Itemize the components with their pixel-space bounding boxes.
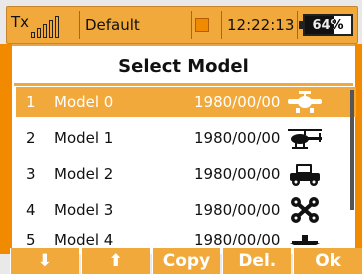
boat-icon — [286, 231, 324, 245]
model-name: Model 3 — [54, 201, 114, 219]
model-number: 2 — [26, 129, 36, 147]
airplane-icon — [286, 87, 324, 117]
tx-label: Tx — [11, 13, 30, 31]
model-name: Model 4 — [54, 231, 114, 245]
model-row-1[interactable]: 2 Model 1 1980/00/00 — [16, 123, 356, 153]
frame-left-edge — [0, 44, 12, 254]
copy-button[interactable]: Copy — [151, 248, 221, 274]
arrow-down-icon: ⬇ — [37, 251, 53, 271]
square-indicator-icon — [195, 18, 209, 32]
scroll-down-button[interactable]: ⬇ — [10, 248, 79, 274]
car-icon — [286, 159, 324, 189]
model-number: 1 — [26, 93, 36, 111]
scroll-up-button[interactable]: ⬆ — [80, 248, 150, 274]
list-scrollbar[interactable] — [350, 90, 354, 210]
status-indicator — [195, 7, 217, 43]
tx-signal: Tx — [11, 7, 75, 43]
model-date: 1980/00/00 — [194, 165, 281, 183]
model-name: Model 1 — [54, 129, 114, 147]
model-date: 1980/00/00 — [194, 231, 281, 245]
status-divider — [79, 11, 80, 39]
function-bar: ⬇ ⬆ Copy Del. Ok — [10, 248, 362, 274]
helicopter-icon — [286, 123, 324, 153]
model-row-3[interactable]: 4 Model 3 1980/00/00 — [16, 195, 356, 225]
model-list: 1 Model 0 1980/00/00 2 Model 1 1980/00/0… — [16, 87, 356, 251]
battery-icon: 64% — [299, 14, 353, 36]
model-date: 1980/00/00 — [194, 201, 281, 219]
model-number: 5 — [26, 231, 36, 245]
battery-status[interactable]: 64% — [299, 7, 359, 43]
battery-percent: 64% — [312, 17, 344, 33]
model-number: 3 — [26, 165, 36, 183]
ok-button[interactable]: Ok — [293, 248, 362, 274]
signal-strength-icon — [31, 16, 60, 38]
clock[interactable]: 12:22:13 — [227, 7, 297, 43]
current-model-name[interactable]: Default — [85, 7, 185, 43]
status-divider — [297, 11, 298, 39]
status-divider — [221, 11, 222, 39]
delete-button[interactable]: Del. — [222, 248, 292, 274]
model-row-2[interactable]: 3 Model 2 1980/00/00 — [16, 159, 356, 189]
model-date: 1980/00/00 — [194, 93, 281, 111]
status-bar: Tx Default 12:22:13 64% — [6, 6, 358, 44]
select-model-panel: Select Model 1 Model 0 1980/00/00 2 Mode… — [12, 44, 356, 254]
status-divider — [191, 11, 192, 39]
model-name: Model 0 — [54, 93, 114, 111]
page-title: Select Model — [118, 56, 249, 77]
model-date: 1980/00/00 — [194, 129, 281, 147]
title-divider — [14, 83, 353, 86]
model-number: 4 — [26, 201, 36, 219]
model-row-4[interactable]: 5 Model 4 1980/00/00 — [16, 231, 356, 245]
frame-right-edge — [355, 44, 362, 254]
battery-tip — [299, 21, 303, 29]
arrow-up-icon: ⬆ — [108, 251, 123, 271]
multicopter-icon — [286, 195, 324, 225]
model-name: Model 2 — [54, 165, 114, 183]
model-row-0[interactable]: 1 Model 0 1980/00/00 — [16, 87, 356, 117]
